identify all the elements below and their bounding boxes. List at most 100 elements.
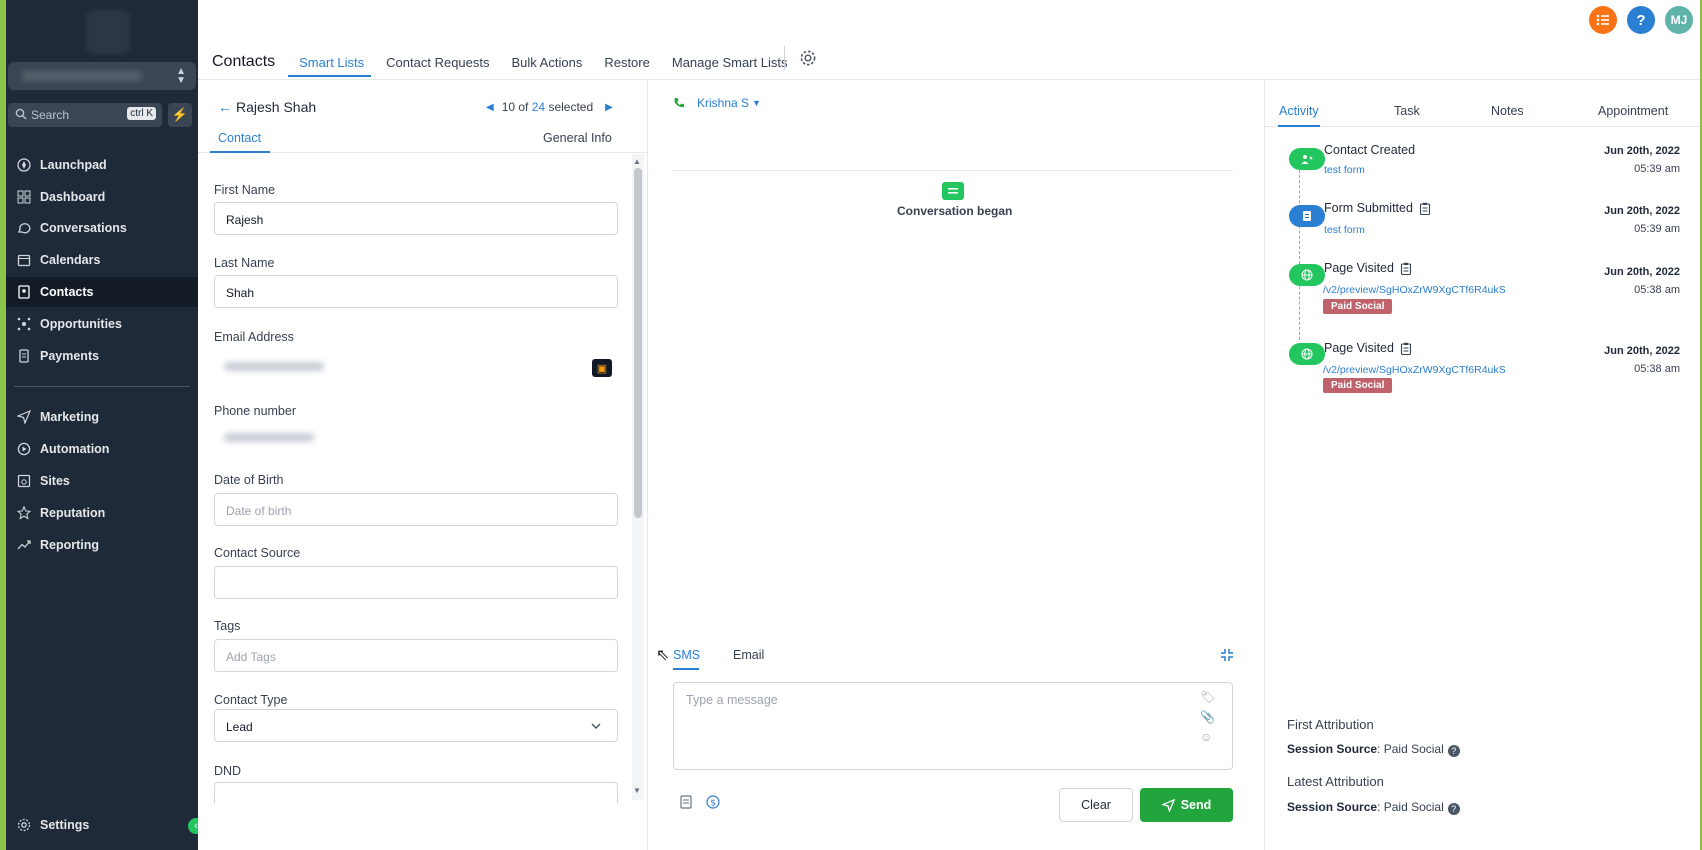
event-title: Page Visited xyxy=(1324,341,1394,355)
dollar-icon[interactable]: $ xyxy=(706,795,720,809)
contact-type-select[interactable]: Lead xyxy=(214,709,618,742)
emoji-icon[interactable]: ☺ xyxy=(1200,730,1215,744)
activity-source-link[interactable]: /v2/preview/SgHOxZrW9XgCTf6R4ukS xyxy=(1323,364,1506,376)
next-contact-icon[interactable]: ▶ xyxy=(605,102,613,113)
list-icon xyxy=(1596,14,1609,26)
activity-source-link[interactable]: test form xyxy=(1324,224,1365,236)
activity-time: 05:38 am xyxy=(1634,284,1680,296)
dnd-field[interactable] xyxy=(214,782,618,803)
last-name-field[interactable]: Shah xyxy=(214,275,618,308)
tasks-button[interactable] xyxy=(1589,6,1617,34)
tab-manage-smart-lists[interactable]: Manage Smart Lists xyxy=(672,47,788,78)
paperclip-icon[interactable]: 📎 xyxy=(1200,710,1215,724)
tab-smart-lists[interactable]: Smart Lists xyxy=(299,47,364,78)
tab-task[interactable]: Task xyxy=(1394,104,1420,118)
back-arrow-icon[interactable]: ← xyxy=(218,99,232,115)
send-icon xyxy=(16,409,32,425)
tags-field[interactable]: Add Tags xyxy=(214,639,618,672)
calendar-icon xyxy=(16,252,32,268)
company-logo[interactable] xyxy=(86,10,130,54)
tag-icon[interactable]: 🏷 xyxy=(1200,690,1215,704)
activity-title: Page Visited xyxy=(1324,261,1412,275)
message-input[interactable]: Type a message xyxy=(673,682,1233,770)
activity-source-link[interactable]: /v2/preview/SgHOxZrW9XgCTf6R4ukS xyxy=(1323,284,1506,296)
tab-general-info[interactable]: General Info xyxy=(543,131,612,145)
payments-icon xyxy=(16,348,32,364)
tab-email[interactable]: Email xyxy=(733,648,764,662)
help-circle-icon[interactable]: ? xyxy=(1447,803,1460,815)
email-extension-icon[interactable]: ▣ xyxy=(592,359,612,377)
sidebar-item-reporting[interactable]: Reporting xyxy=(6,530,198,560)
scroll-down-icon[interactable]: ▼ xyxy=(633,786,641,795)
sidebar-item-label: Automation xyxy=(40,442,110,456)
top-navigation: Contacts Smart Lists Contact Requests Bu… xyxy=(212,46,809,78)
tab-contact[interactable]: Contact xyxy=(218,131,261,145)
contact-header: ← Rajesh Shah xyxy=(218,99,316,115)
conversation-divider xyxy=(673,170,1233,171)
sidebar-item-dashboard[interactable]: Dashboard xyxy=(6,182,198,212)
prev-contact-icon[interactable]: ◀ xyxy=(486,102,494,113)
sidebar-item-automation[interactable]: Automation xyxy=(6,434,198,464)
dob-label: Date of Birth xyxy=(214,473,284,487)
contact-source-field[interactable] xyxy=(214,566,618,599)
scroll-up-icon[interactable]: ▲ xyxy=(633,157,641,166)
avatar[interactable]: MJ xyxy=(1665,6,1693,34)
sidebar-item-opportunities[interactable]: Opportunities xyxy=(6,309,198,339)
sidebar-item-label: Sites xyxy=(40,474,70,488)
rocket-icon xyxy=(16,157,32,173)
first-name-field[interactable]: Rajesh xyxy=(214,202,618,235)
location-switcher[interactable]: ▲ ▼ xyxy=(8,62,196,90)
sidebar-item-label: Reporting xyxy=(40,538,100,552)
help-circle-icon[interactable]: ? xyxy=(1447,745,1460,757)
template-icon[interactable] xyxy=(680,795,692,809)
tab-notes[interactable]: Notes xyxy=(1491,104,1524,118)
tab-contact-requests[interactable]: Contact Requests xyxy=(386,47,489,78)
sidebar-divider xyxy=(14,386,190,387)
activity-date: Jun 20th, 2022 xyxy=(1604,205,1680,217)
clipboard-icon[interactable] xyxy=(1400,342,1412,355)
tab-sms[interactable]: SMS xyxy=(673,648,700,662)
sidebar-item-settings[interactable]: Settings xyxy=(6,810,198,840)
tab-restore[interactable]: Restore xyxy=(604,47,650,78)
paper-plane-icon xyxy=(1161,798,1175,812)
trend-icon xyxy=(16,537,32,553)
sidebar-item-payments[interactable]: Payments xyxy=(6,341,198,371)
avatar-initials: MJ xyxy=(1670,13,1688,27)
sidebar-item-launchpad[interactable]: Launchpad xyxy=(6,150,198,180)
activity-time: 05:39 am xyxy=(1634,163,1680,175)
dob-field[interactable]: Date of birth xyxy=(214,493,618,526)
sidebar: ▲ ▼ Search ctrl K ⚡ Launchpad Dashboard C… xyxy=(6,0,198,850)
caller-selector[interactable]: Krishna S ▼ xyxy=(673,96,761,110)
latest-attribution-title: Latest Attribution xyxy=(1287,774,1384,789)
sidebar-item-contacts[interactable]: Contacts xyxy=(6,277,198,307)
tab-bulk-actions[interactable]: Bulk Actions xyxy=(512,47,583,78)
form-submitted-icon xyxy=(1289,205,1325,227)
sidebar-item-label: Dashboard xyxy=(40,190,106,204)
event-title: Form Submitted xyxy=(1324,201,1413,215)
quick-action-button[interactable]: ⚡ xyxy=(168,103,192,127)
sidebar-item-reputation[interactable]: Reputation xyxy=(6,498,198,528)
help-button[interactable]: ? xyxy=(1627,6,1655,34)
send-button[interactable]: Send xyxy=(1140,788,1233,822)
tab-appointment[interactable]: Appointment xyxy=(1598,104,1668,118)
sidebar-search[interactable]: Search ctrl K xyxy=(8,103,162,127)
clipboard-icon[interactable] xyxy=(1400,262,1412,275)
sidebar-item-calendars[interactable]: Calendars xyxy=(6,245,198,275)
activity-source-link[interactable]: test form xyxy=(1324,164,1365,176)
contact-scrollbar-thumb[interactable] xyxy=(634,168,642,518)
settings-gear-button[interactable] xyxy=(799,49,817,70)
clear-button[interactable]: Clear xyxy=(1059,788,1133,822)
nav-separator xyxy=(784,46,785,70)
phone-field[interactable] xyxy=(214,420,618,453)
sidebar-item-conversations[interactable]: Conversations xyxy=(6,213,198,243)
pager-total[interactable]: 24 xyxy=(532,100,545,114)
sidebar-item-label: Contacts xyxy=(40,285,94,299)
sidebar-item-sites[interactable]: Sites xyxy=(6,466,198,496)
caret-down-icon: ▼ xyxy=(752,98,761,108)
chat-icon xyxy=(16,220,32,236)
clipboard-icon[interactable] xyxy=(1419,202,1431,215)
tab-activity[interactable]: Activity xyxy=(1279,104,1319,118)
sidebar-item-marketing[interactable]: Marketing xyxy=(6,402,198,432)
compress-icon[interactable] xyxy=(1220,648,1234,665)
email-field[interactable]: ▣ xyxy=(214,349,618,382)
